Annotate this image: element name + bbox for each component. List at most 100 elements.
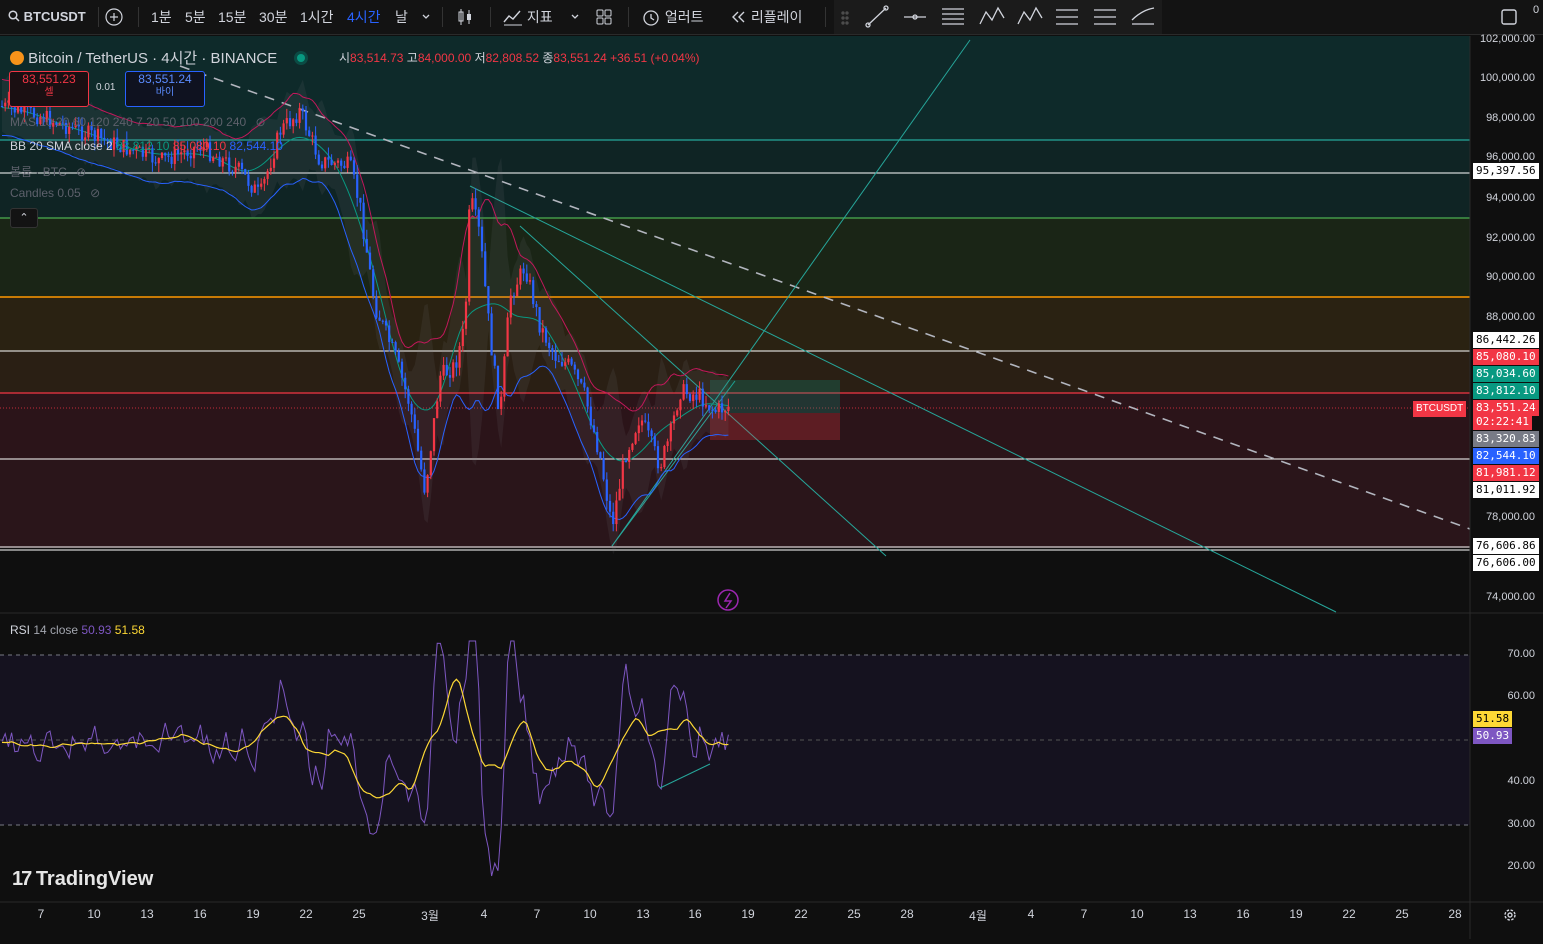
chart-canvas[interactable]	[0, 36, 1543, 939]
candle-body	[240, 162, 244, 170]
alarm-clock-icon	[643, 10, 659, 26]
buy-button[interactable]: 83,551.24 바이	[125, 71, 205, 107]
eye-off-icon[interactable]: ⊘	[256, 115, 266, 129]
time-tick: 28	[1448, 907, 1462, 921]
time-tick: 19	[246, 907, 260, 921]
timeframe-dropdown[interactable]	[421, 0, 431, 34]
bb-legend[interactable]: BB 20 SMA close 2 83,812.10 85,080.10 82…	[10, 139, 283, 153]
candle-body	[477, 209, 480, 227]
timeframe-30m[interactable]: 30분	[259, 0, 287, 34]
brand-label: TradingView	[35, 868, 154, 890]
price-tick: 96,000.00	[1486, 151, 1535, 163]
time-tick: 10	[87, 907, 101, 921]
time-tick: 16	[688, 907, 702, 921]
symbol-title: Bitcoin / TetherUS · 4시간 · BINANCE	[28, 50, 278, 67]
eye-off-icon[interactable]: ⊘	[90, 186, 100, 200]
replay-button[interactable]: 리플레이	[731, 0, 802, 34]
candle-body	[500, 396, 503, 409]
tradingview-logo[interactable]: 17 TradingView	[12, 868, 153, 891]
candle-body	[228, 157, 231, 172]
rsi-value: 50.93	[81, 623, 112, 637]
candle-body	[516, 284, 519, 297]
candle-body	[628, 449, 631, 463]
candle-body	[666, 441, 669, 447]
time-tick: 16	[1236, 907, 1250, 921]
rsi-tick: 30.00	[1507, 818, 1535, 830]
candle-body	[218, 156, 221, 167]
candle-body	[679, 399, 682, 411]
symbol-header[interactable]: Bitcoin / TetherUS · 4시간 · BINANCE	[10, 47, 313, 68]
candle-body	[292, 119, 295, 127]
candle-body	[420, 450, 423, 470]
chart-area[interactable]: Bitcoin / TetherUS · 4시간 · BINANCE 시83,5…	[0, 33, 1543, 939]
candle-body	[436, 401, 439, 419]
candle-body	[637, 425, 640, 434]
price-tick: 102,000.00	[1479, 33, 1535, 45]
timeframe-4h[interactable]: 4시간	[347, 0, 381, 34]
candle-body	[461, 328, 464, 347]
candle-body	[487, 286, 490, 314]
candle-body	[605, 479, 608, 501]
symbol-search-button[interactable]: BTCUSDT	[8, 0, 86, 34]
timeframe-1m[interactable]: 1분	[151, 0, 172, 34]
indicators-button[interactable]: 지표	[503, 0, 553, 34]
candle-body	[423, 469, 426, 493]
price-tick: 94,000.00	[1486, 192, 1535, 204]
sell-button[interactable]: 83,551.23 셀	[9, 71, 89, 107]
zone-orange	[0, 297, 1470, 351]
candle-body	[708, 405, 711, 410]
compare-add-button[interactable]	[105, 0, 123, 34]
candle-body	[589, 406, 592, 426]
chart-settings-button[interactable]	[1502, 907, 1518, 928]
volume-legend[interactable]: 볼륨 · BTC ⊘	[10, 163, 86, 180]
candle-body	[263, 178, 266, 184]
rsi-legend[interactable]: RSI 14 close 50.93 51.58	[10, 623, 145, 637]
time-tick: 4	[480, 907, 488, 921]
timeframe-1d[interactable]: 날	[395, 0, 408, 34]
candle-body	[237, 162, 240, 167]
candle-body	[368, 252, 372, 270]
open-value: 83,514.73	[350, 51, 404, 65]
indicators-dropdown[interactable]	[570, 0, 580, 34]
fullscreen-button[interactable]	[1500, 0, 1518, 34]
candle-body	[682, 384, 685, 400]
time-tick: 7	[1080, 907, 1088, 921]
candle-body	[656, 446, 660, 469]
eye-off-icon[interactable]: ⊘	[76, 165, 86, 179]
candle-body	[400, 361, 404, 378]
candle-body	[688, 394, 692, 402]
timeframe-5m[interactable]: 5분	[185, 0, 206, 34]
price-label-pill: 83,320.83	[1473, 431, 1539, 447]
candle-body	[548, 342, 551, 349]
time-tick: 10	[583, 907, 597, 921]
candle-body	[452, 362, 455, 378]
layouts-button[interactable]	[595, 0, 613, 34]
candle-body	[256, 184, 260, 187]
high-value: 84,000.00	[417, 51, 472, 65]
candles-legend[interactable]: Candles 0.05 ⊘	[10, 186, 100, 200]
price-label-pill: 85,034.60	[1473, 366, 1539, 382]
timeframe-15m[interactable]: 15분	[218, 0, 246, 34]
grid-icon	[596, 9, 612, 25]
rsi-tick: 20.00	[1507, 860, 1535, 872]
candle-body	[359, 197, 362, 203]
drawing-tools-icons	[841, 5, 1155, 28]
candle-body	[474, 198, 477, 210]
candle-body	[388, 325, 391, 343]
candle-body	[711, 409, 714, 411]
candle-body	[560, 361, 564, 366]
time-tick: 22	[794, 907, 808, 921]
alerts-button[interactable]: 얼러트	[641, 0, 704, 34]
candle-body	[410, 403, 413, 415]
drawing-toolbar	[834, 0, 1162, 34]
ma-legend[interactable]: MAS 10 20 60 120 240 7 20 50 100 200 240…	[10, 115, 266, 129]
chart-type-button[interactable]	[456, 0, 474, 34]
position-loss-zone[interactable]	[710, 413, 840, 440]
candle-body	[100, 128, 103, 138]
candle-body	[727, 406, 730, 412]
candle-body	[701, 388, 704, 407]
timeframe-1h[interactable]: 1시간	[300, 0, 334, 34]
candle-body	[669, 423, 672, 442]
candle-body	[624, 460, 628, 463]
collapse-legend-button[interactable]: ⌃	[10, 208, 38, 228]
